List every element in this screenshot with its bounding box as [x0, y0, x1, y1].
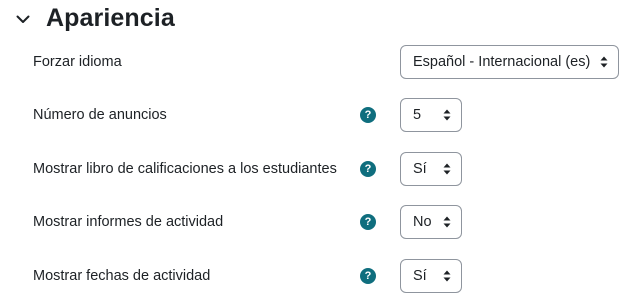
setting-row-fechas-actividad: Mostrar fechas de actividad ? Sí — [0, 259, 636, 293]
select-value: Español - Internacional (es) — [413, 54, 591, 70]
select-value: 5 — [413, 107, 422, 123]
select-caret-icon — [443, 270, 451, 282]
help-icon[interactable]: ? — [360, 268, 376, 284]
select-value: Sí — [413, 161, 427, 177]
fechas-actividad-select[interactable]: Sí — [400, 259, 462, 293]
select-value: No — [413, 214, 432, 230]
help-icon[interactable]: ? — [360, 107, 376, 123]
select-caret-icon — [443, 109, 451, 121]
chevron-down-icon[interactable] — [14, 10, 32, 28]
setting-row-numero-anuncios: Número de anuncios ? 5 — [0, 98, 636, 132]
setting-label: Mostrar informes de actividad — [33, 214, 224, 230]
setting-label: Mostrar fechas de actividad — [33, 268, 211, 284]
setting-row-libro-calificaciones: Mostrar libro de calificaciones a los es… — [0, 152, 636, 186]
help-icon[interactable]: ? — [360, 214, 376, 230]
select-value: Sí — [413, 268, 427, 284]
setting-label: Número de anuncios — [33, 107, 167, 123]
informes-actividad-select[interactable]: No — [400, 205, 462, 239]
help-icon[interactable]: ? — [360, 161, 376, 177]
setting-label: Forzar idioma — [33, 54, 122, 70]
libro-calificaciones-select[interactable]: Sí — [400, 152, 462, 186]
select-caret-icon — [443, 163, 451, 175]
setting-row-forzar-idioma: Forzar idioma Español - Internacional (e… — [0, 45, 636, 79]
section-toggle-apariencia[interactable]: Apariencia — [14, 0, 175, 36]
select-caret-icon — [600, 56, 608, 68]
numero-anuncios-select[interactable]: 5 — [400, 98, 462, 132]
select-caret-icon — [443, 216, 451, 228]
setting-row-informes-actividad: Mostrar informes de actividad ? No — [0, 205, 636, 239]
section-title: Apariencia — [46, 3, 175, 32]
forzar-idioma-select[interactable]: Español - Internacional (es) — [400, 45, 619, 79]
setting-label: Mostrar libro de calificaciones a los es… — [33, 161, 337, 177]
